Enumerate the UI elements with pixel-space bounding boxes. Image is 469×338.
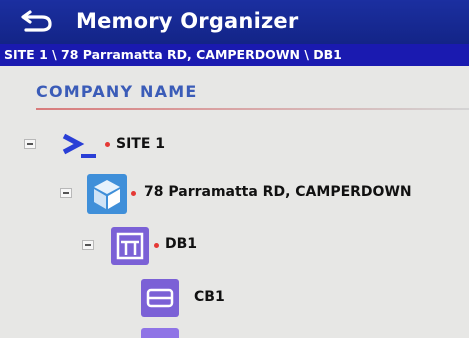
building-cube-icon	[87, 174, 127, 214]
tree-node-cb1[interactable]: CB1	[0, 277, 469, 321]
site-label: SITE 1	[116, 136, 166, 152]
collapse-toggle[interactable]	[24, 139, 36, 149]
collapse-toggle[interactable]	[60, 188, 72, 198]
company-underline	[36, 108, 469, 110]
distribution-board-icon	[111, 227, 149, 265]
title-bar: Memory Organizer	[0, 0, 469, 44]
collapse-toggle[interactable]	[82, 240, 94, 250]
tree-node-partial	[141, 328, 179, 338]
marker-dot	[131, 191, 136, 196]
company-name: COMPANY NAME	[36, 82, 198, 101]
breadcrumb: SITE 1 \ 78 Parramatta RD, CAMPERDOWN \ …	[0, 44, 469, 66]
cb1-label: CB1	[194, 289, 225, 305]
tree-node-site[interactable]: SITE 1	[0, 128, 469, 164]
marker-dot	[105, 142, 110, 147]
db1-label: DB1	[165, 236, 198, 252]
tree-node-db1[interactable]: DB1	[0, 224, 469, 268]
circuit-breaker-icon	[141, 279, 179, 317]
marker-dot	[154, 243, 159, 248]
app-title: Memory Organizer	[76, 9, 299, 33]
back-arrow-icon[interactable]	[20, 8, 54, 34]
tree-node-address[interactable]: 78 Parramatta RD, CAMPERDOWN	[0, 172, 469, 216]
site-prompt-icon	[62, 133, 96, 158]
address-label: 78 Parramatta RD, CAMPERDOWN	[144, 184, 412, 200]
